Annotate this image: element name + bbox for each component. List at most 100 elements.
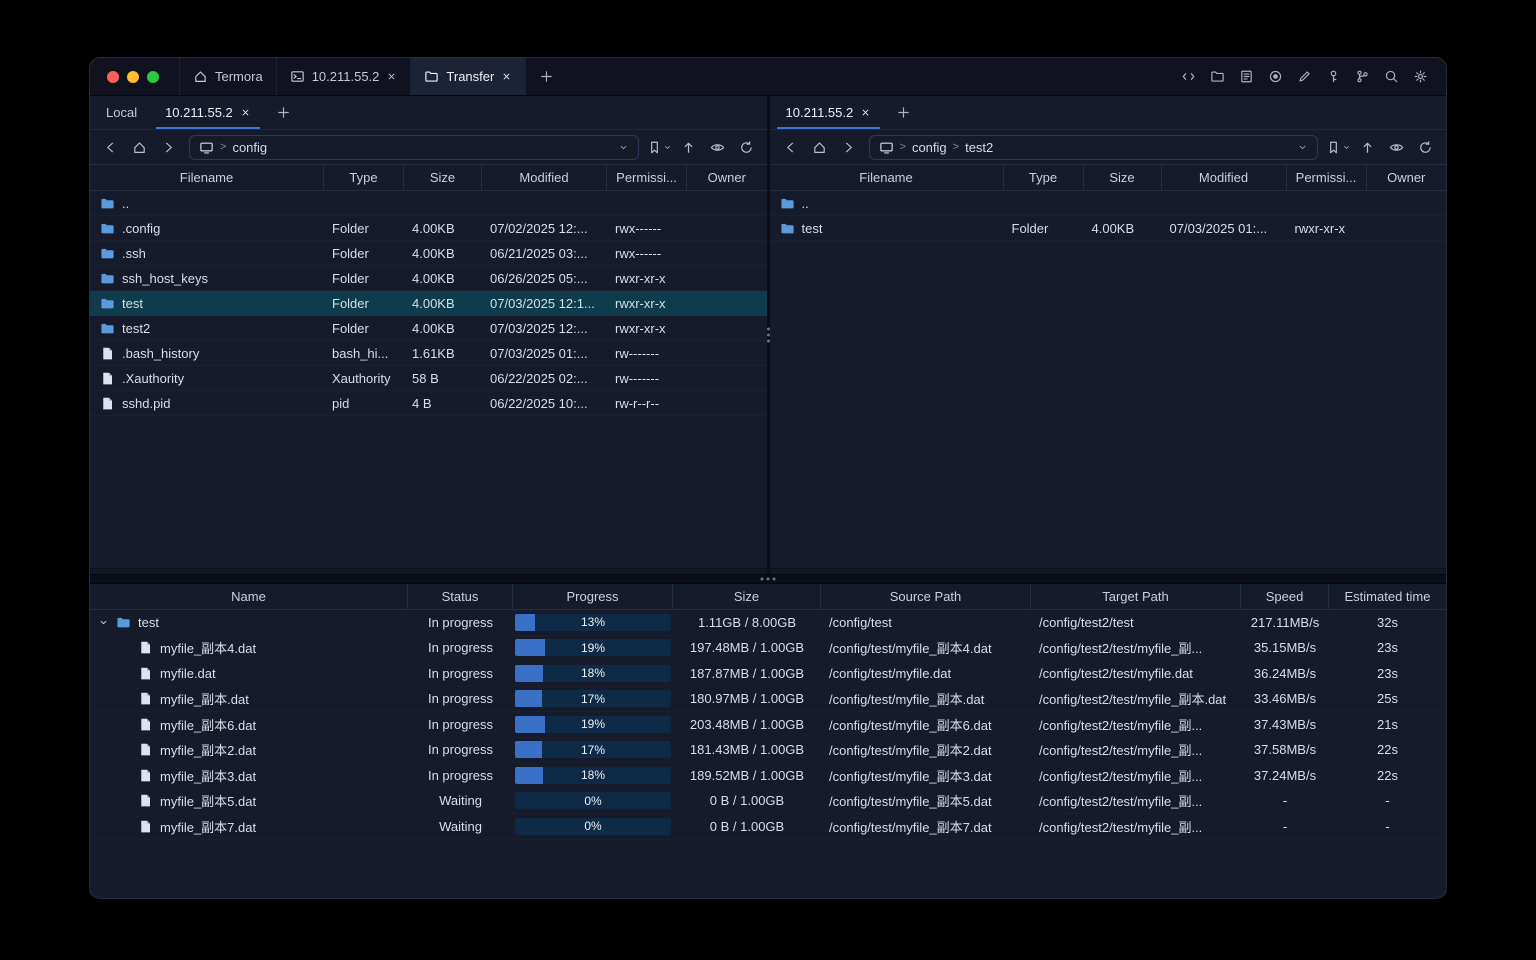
key-icon[interactable]	[1326, 69, 1341, 84]
column-header-source-path[interactable]: Source Path	[821, 584, 1031, 609]
transfer-row[interactable]: myfile.dat In progress 18% 187.87MB / 1.00G…	[90, 661, 1446, 687]
column-header-filename[interactable]: Filename	[90, 165, 324, 190]
minimize-window-button[interactable]	[127, 70, 139, 83]
log-icon[interactable]	[1239, 69, 1254, 84]
column-header-size[interactable]: Size	[673, 584, 821, 609]
column-header-permissi[interactable]: Permissi...	[607, 165, 687, 190]
upload-button[interactable]	[676, 135, 701, 159]
window-tab-termora[interactable]: Termora	[179, 58, 277, 95]
file-name-cell: .bash_history	[90, 346, 324, 361]
show-hidden-files-button[interactable]	[705, 135, 730, 159]
column-header-filename[interactable]: Filename	[770, 165, 1004, 190]
close-tab-icon[interactable]	[386, 71, 397, 82]
branch-icon[interactable]	[1355, 69, 1370, 84]
new-window-tab-button[interactable]	[526, 58, 567, 95]
close-tab-icon[interactable]	[860, 107, 871, 118]
column-header-name[interactable]: Name	[90, 584, 408, 609]
column-header-permissi[interactable]: Permissi...	[1287, 165, 1367, 190]
forward-button[interactable]	[836, 135, 861, 159]
path-dropdown-icon[interactable]	[1297, 142, 1308, 153]
path-segment-test2[interactable]: test2	[965, 140, 993, 155]
file-icon	[138, 717, 153, 732]
settings-icon[interactable]	[1413, 69, 1428, 84]
file-row[interactable]: .ssh Folder 4.00KB 06/21/2025 03:... rwx----…	[90, 241, 767, 266]
transfer-row[interactable]: myfile_副本.dat In progress 17% 180.97MB / 1.…	[90, 687, 1446, 713]
left-pane-tab-10-211-55-2[interactable]: 10.211.55.2	[151, 96, 265, 129]
progress-bar: 0%	[515, 817, 671, 835]
folder-icon[interactable]	[1210, 69, 1225, 84]
column-header-type[interactable]: Type	[1004, 165, 1084, 190]
file-row[interactable]: ..	[90, 191, 767, 216]
refresh-button[interactable]	[1413, 135, 1438, 159]
column-header-owner[interactable]: Owner	[687, 165, 767, 190]
code-icon[interactable]	[1181, 69, 1196, 84]
vertical-splitter[interactable]	[766, 96, 770, 574]
transfer-name-cell: myfile_副本6.dat	[90, 715, 408, 734]
column-header-speed[interactable]: Speed	[1241, 584, 1329, 609]
column-header-status[interactable]: Status	[408, 584, 513, 609]
horizontal-splitter[interactable]	[90, 574, 1446, 584]
window-tab-transfer[interactable]: Transfer	[411, 58, 527, 95]
expand-chevron-icon[interactable]	[98, 617, 109, 628]
left-path-breadcrumb[interactable]: > config	[189, 134, 639, 160]
bookmark-menu-button[interactable]	[1326, 140, 1351, 155]
file-row[interactable]: ssh_host_keys Folder 4.00KB 06/26/2025 05:.…	[90, 266, 767, 291]
column-header-modified[interactable]: Modified	[482, 165, 607, 190]
path-segment-config[interactable]: config	[912, 140, 947, 155]
home-button[interactable]	[807, 135, 832, 159]
close-window-button[interactable]	[107, 70, 119, 83]
progress-label: 19%	[580, 717, 606, 732]
show-hidden-files-button[interactable]	[1384, 135, 1409, 159]
zoom-window-button[interactable]	[147, 70, 159, 83]
right-path-breadcrumb[interactable]: > config > test2	[868, 134, 1318, 160]
left-pane-tab-local[interactable]: Local	[92, 96, 151, 129]
column-header-type[interactable]: Type	[324, 165, 404, 190]
window-tab-10-211-55-2[interactable]: 10.211.55.2	[277, 58, 412, 95]
home-icon	[132, 140, 147, 155]
transfer-row[interactable]: myfile_副本4.dat In progress 19% 197.48MB / 1…	[90, 636, 1446, 662]
column-header-modified[interactable]: Modified	[1162, 165, 1287, 190]
record-icon[interactable]	[1268, 69, 1283, 84]
column-header-target-path[interactable]: Target Path	[1031, 584, 1241, 609]
file-row[interactable]: .Xauthority Xauthority 58 B 06/22/2025 02:.…	[90, 366, 767, 391]
left-pane-new-tab-button[interactable]	[265, 96, 302, 129]
bookmark-menu-button[interactable]	[647, 140, 672, 155]
transfer-row[interactable]: myfile_副本5.dat Waiting 0% 0 B / 1.00GB/conf…	[90, 789, 1446, 815]
search-icon[interactable]	[1384, 69, 1399, 84]
file-row[interactable]: test Folder 4.00KB 07/03/2025 01:... rwxr-xr…	[770, 216, 1447, 241]
file-row[interactable]: .bash_history bash_hi... 1.61KB 07/03/2025 …	[90, 341, 767, 366]
transfer-row[interactable]: myfile_副本3.dat In progress 18% 189.52MB / 1…	[90, 763, 1446, 789]
column-header-estimated-time[interactable]: Estimated time	[1329, 584, 1446, 609]
column-header-owner[interactable]: Owner	[1367, 165, 1447, 190]
column-header-progress[interactable]: Progress	[513, 584, 673, 609]
column-header-size[interactable]: Size	[404, 165, 482, 190]
edit-icon[interactable]	[1297, 69, 1312, 84]
transfer-row[interactable]: test In progress 13% 1.11GB / 8.00GB/config…	[90, 610, 1446, 636]
file-row[interactable]: test2 Folder 4.00KB 07/03/2025 12:... rwxr-x…	[90, 316, 767, 341]
path-segment-config[interactable]: config	[232, 140, 267, 155]
close-tab-icon[interactable]	[240, 107, 251, 118]
transfer-row[interactable]: myfile_副本6.dat In progress 19% 203.48MB / 1…	[90, 712, 1446, 738]
close-tab-icon[interactable]	[501, 71, 512, 82]
path-dropdown-icon[interactable]	[618, 142, 629, 153]
column-header-size[interactable]: Size	[1084, 165, 1162, 190]
forward-button[interactable]	[156, 135, 181, 159]
file-row[interactable]: .config Folder 4.00KB 07/02/2025 12:... rwx-…	[90, 216, 767, 241]
right-pane-toolbar: > config > test2	[770, 130, 1447, 164]
source-path-cell: /config/test/myfile.dat	[829, 665, 952, 681]
right-pane-tab-10-211-55-2[interactable]: 10.211.55.2	[772, 96, 886, 129]
home-button[interactable]	[127, 135, 152, 159]
refresh-button[interactable]	[734, 135, 759, 159]
transfer-row[interactable]: myfile_副本7.dat Waiting 0% 0 B / 1.00GB/conf…	[90, 814, 1446, 840]
back-button[interactable]	[778, 135, 803, 159]
speed-cell: 37.24MB/s	[1253, 767, 1317, 783]
file-row[interactable]: sshd.pid pid 4 B 06/22/2025 10:... rw-r--r--	[90, 391, 767, 416]
right-pane-new-tab-button[interactable]	[885, 96, 922, 129]
titlebar: Termora 10.211.55.2 Transfer	[90, 58, 1446, 96]
file-row[interactable]: ..	[770, 191, 1447, 216]
back-button[interactable]	[98, 135, 123, 159]
file-name-cell: ssh_host_keys	[90, 271, 324, 286]
file-row[interactable]: test Folder 4.00KB 07/03/2025 12:1... rwxr-x…	[90, 291, 767, 316]
transfer-row[interactable]: myfile_副本2.dat In progress 17% 181.43MB / 1…	[90, 738, 1446, 764]
upload-button[interactable]	[1355, 135, 1380, 159]
